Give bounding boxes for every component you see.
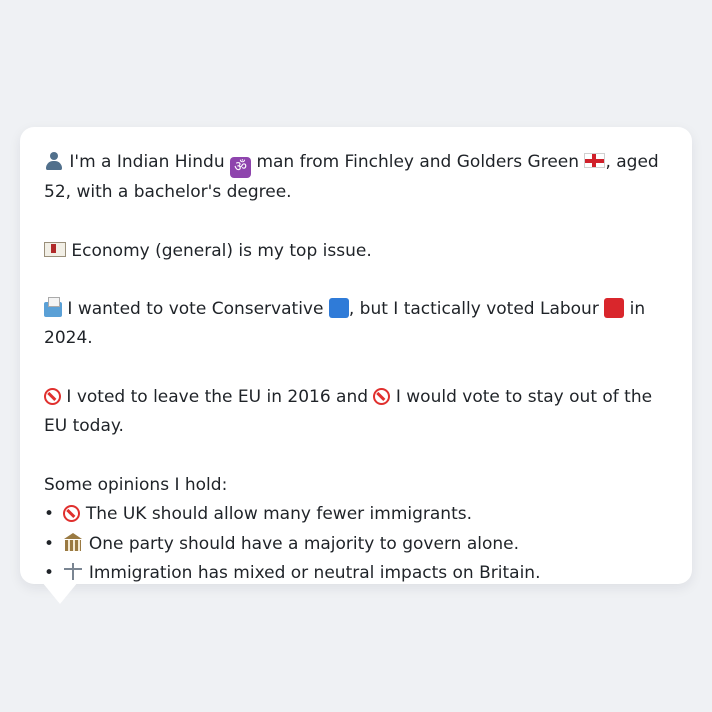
opinion-text: The UK should allow many fewer immigrant…	[85, 504, 473, 525]
red-square-icon	[604, 298, 625, 319]
blue-square-icon	[328, 298, 349, 319]
opinion-text: Immigration has mixed or neutral impacts…	[88, 562, 541, 583]
opinions-heading: Some opinions I hold:	[44, 474, 228, 495]
intro-text-2: man from Finchley and Golders Green	[256, 152, 580, 172]
prohibited-icon	[44, 388, 61, 406]
intro-paragraph: I'm a Indian Hindu ॐ man from Finchley a…	[44, 148, 670, 207]
money-icon	[44, 241, 66, 257]
bullet-icon: •	[44, 504, 55, 525]
eu-text-1: I voted to leave the EU in 2016 and	[66, 387, 369, 408]
opinion-item: • Immigration has mixed or neutral impac…	[44, 559, 670, 588]
intro-text-1: I'm a Indian Hindu	[69, 152, 225, 172]
bullet-icon: •	[44, 533, 55, 554]
om-symbol-icon: ॐ	[230, 157, 252, 178]
vote-text-1: I wanted to vote Conservative	[67, 299, 324, 320]
prohibited-icon	[373, 388, 391, 406]
vote-text-2: , but I tactically voted Labour	[348, 299, 599, 320]
balance-scale-icon	[63, 562, 83, 581]
intro-text-4: with a bachelor's degree.	[76, 182, 292, 202]
vote-paragraph: I wanted to vote Conservative , but I ta…	[44, 295, 670, 354]
eu-paragraph: I voted to leave the EU in 2016 and I wo…	[44, 383, 670, 442]
eu-text-3: today.	[72, 416, 124, 437]
opinion-item: • One party should have a majority to go…	[44, 530, 670, 559]
issue-text: Economy (general) is my top issue.	[71, 240, 372, 261]
opinions-section: Some opinions I hold: • The UK should al…	[44, 471, 670, 588]
classical-building-icon	[63, 532, 83, 552]
bust-in-silhouette-icon	[44, 151, 64, 171]
opinion-item: • The UK should allow many fewer immigra…	[44, 500, 670, 529]
england-flag-icon	[584, 153, 606, 168]
opinion-text: One party should have a majority to gove…	[88, 533, 519, 554]
prohibited-icon	[63, 505, 81, 523]
persona-message-bubble: I'm a Indian Hindu ॐ man from Finchley a…	[20, 127, 692, 584]
bubble-tail	[42, 582, 78, 604]
issue-paragraph: Economy (general) is my top issue.	[44, 237, 670, 266]
ballot-box-icon	[44, 297, 62, 318]
